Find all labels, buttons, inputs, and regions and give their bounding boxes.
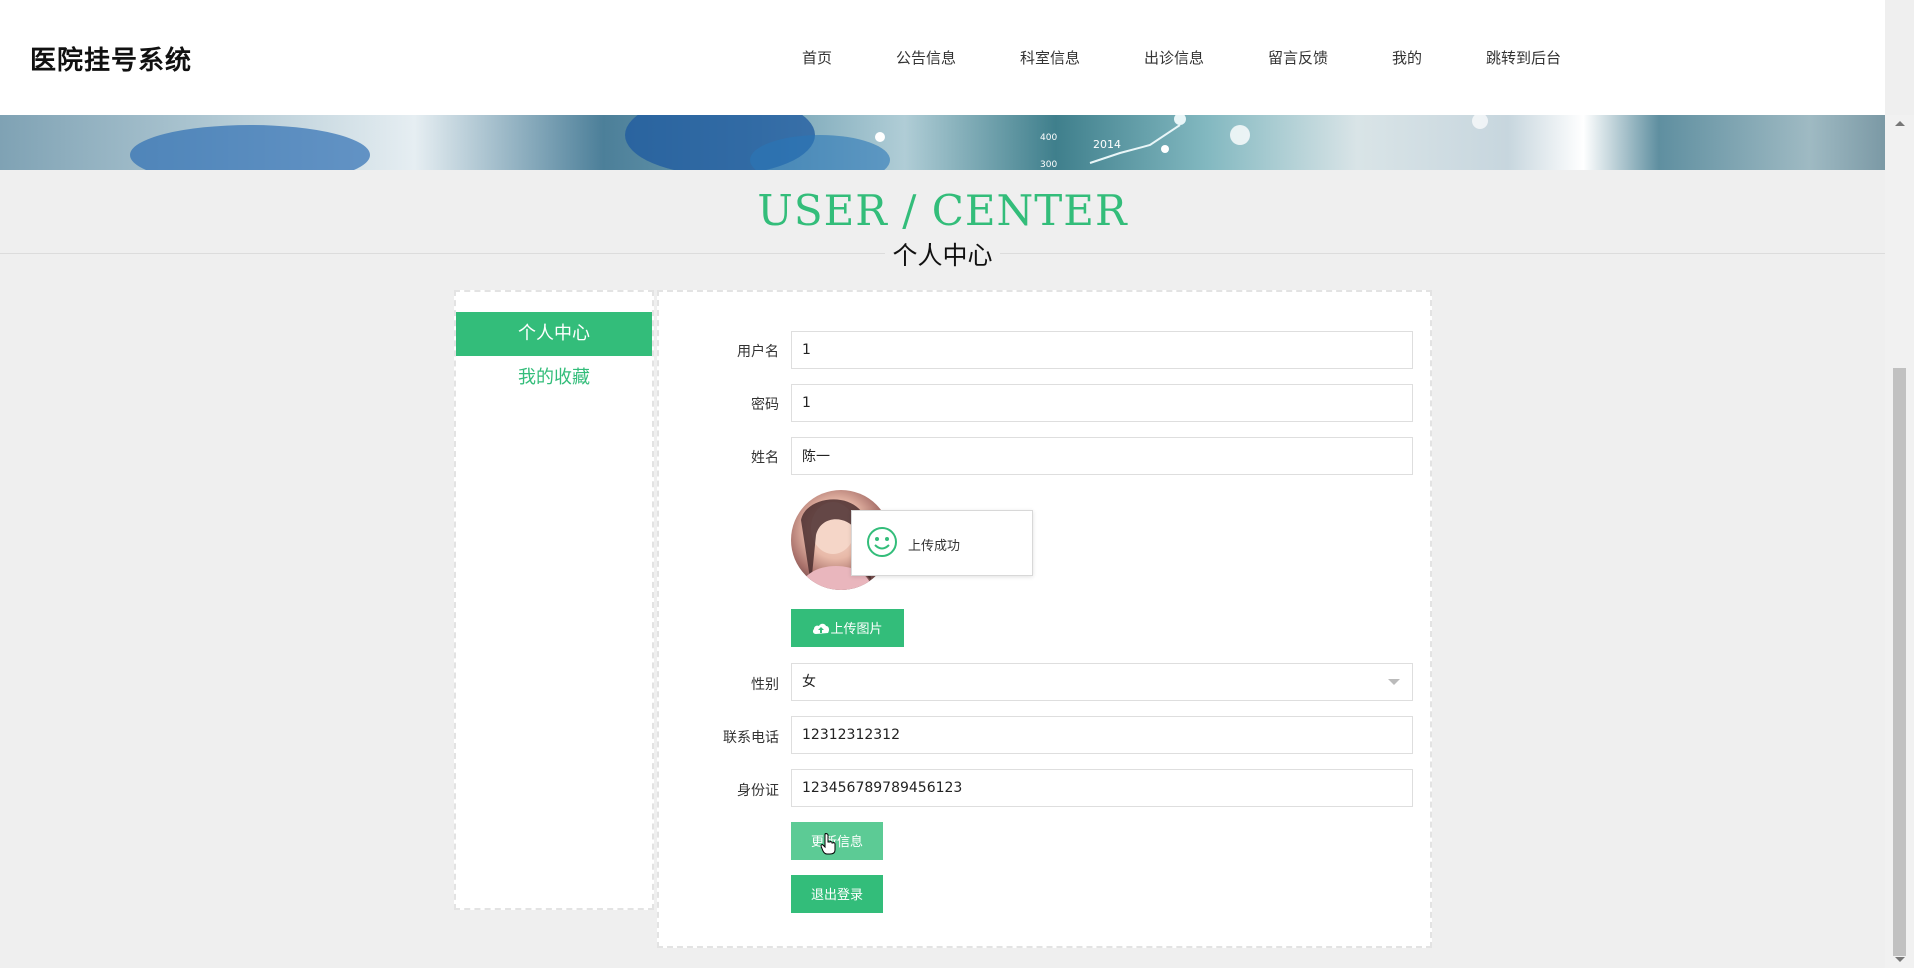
banner-label-2014: 2014 (1093, 138, 1121, 151)
gender-select[interactable]: 女 (791, 663, 1413, 701)
phone-field[interactable] (791, 716, 1413, 754)
sidebar: 个人中心 我的收藏 (454, 290, 654, 910)
main-nav: 首页 公告信息 科室信息 出诊信息 留言反馈 我的 跳转到后台 (0, 47, 1885, 67)
upload-success-toast: 上传成功 (851, 510, 1033, 576)
nav-clinic-schedule[interactable]: 出诊信息 (1144, 47, 1204, 68)
phone-label: 联系电话 (723, 730, 779, 746)
banner-image: 400 300 2014 (0, 115, 1885, 170)
toast-message: 上传成功 (908, 539, 961, 554)
sidebar-item-user-center[interactable]: 个人中心 (456, 312, 652, 356)
banner-graphic: 400 300 2014 (130, 115, 1488, 170)
upload-image-button[interactable]: 上传图片 (791, 609, 904, 647)
id-card-label: 身份证 (737, 783, 779, 799)
username-label: 用户名 (737, 344, 779, 360)
name-label: 姓名 (751, 450, 779, 466)
page-heading-cn: 个人中心 (885, 236, 1000, 272)
gender-label: 性别 (751, 677, 779, 693)
nav-admin[interactable]: 跳转到后台 (1486, 47, 1561, 68)
scroll-down-icon[interactable] (1895, 957, 1905, 962)
password-label: 密码 (751, 397, 779, 413)
upload-image-label: 上传图片 (830, 621, 883, 636)
top-navbar: 医院挂号系统 首页 公告信息 科室信息 出诊信息 留言反馈 我的 跳转到后台 (0, 0, 1885, 115)
page-heading-en: USER / CENTER (757, 186, 1128, 235)
profile-form-panel: 用户名 密码 姓名 上传成功 上传图片 性别 女 联系电话 身份证 更新 (657, 290, 1432, 948)
gender-value: 女 (802, 674, 816, 690)
scroll-up-icon[interactable] (1895, 121, 1905, 126)
update-info-button[interactable]: 更新信息 (791, 822, 883, 860)
page-scrollbar[interactable] (1885, 115, 1914, 968)
password-field[interactable] (791, 384, 1413, 422)
name-field[interactable] (791, 437, 1413, 475)
cloud-upload-icon (813, 623, 830, 634)
hand-cursor-icon (820, 833, 836, 855)
nav-home[interactable]: 首页 (802, 47, 832, 68)
nav-announcements[interactable]: 公告信息 (896, 47, 956, 68)
scrollbar-thumb[interactable] (1893, 368, 1906, 956)
smile-icon (867, 527, 897, 557)
username-field[interactable] (791, 331, 1413, 369)
nav-feedback[interactable]: 留言反馈 (1268, 47, 1328, 68)
sidebar-item-favorites[interactable]: 我的收藏 (456, 356, 652, 400)
logout-button[interactable]: 退出登录 (791, 875, 883, 913)
chevron-down-icon (1388, 679, 1400, 685)
banner-label-400: 400 (1040, 133, 1057, 143)
id-card-field[interactable] (791, 769, 1413, 807)
nav-departments[interactable]: 科室信息 (1020, 47, 1080, 68)
banner-label-300: 300 (1040, 160, 1057, 170)
nav-mine[interactable]: 我的 (1392, 47, 1422, 68)
